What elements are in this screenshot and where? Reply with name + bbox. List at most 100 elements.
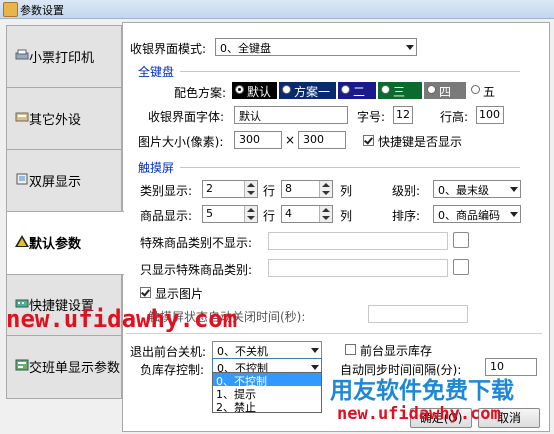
negative-stock-dropdown: 0、不控制 1、提示 2、禁止: [212, 372, 322, 414]
radio-icon: [341, 85, 350, 94]
watermark-url: new.ufidawhy.com: [337, 404, 501, 424]
radio-icon: [235, 85, 244, 94]
radio-icon: [427, 85, 436, 94]
spinner-arrows-icon[interactable]: [244, 181, 257, 197]
chevron-down-icon: [311, 365, 319, 370]
show-stock-checkbox[interactable]: [345, 344, 356, 355]
radio-icon: [282, 85, 291, 94]
category-cols-spinner[interactable]: 8: [281, 180, 333, 198]
sidebar-tab-printer[interactable]: 小票打印机: [6, 25, 122, 89]
only-special-label: 只显示特殊商品类别:: [140, 263, 253, 277]
category-display-label: 类别显示:: [140, 184, 193, 198]
chevron-down-icon: [510, 187, 518, 192]
shortcut-display-checkbox[interactable]: [363, 135, 374, 146]
color-scheme-label: 配色方案:: [174, 86, 227, 100]
sidebar-tab-shift-report[interactable]: 交班单显示参数: [6, 335, 122, 399]
dropdown-option[interactable]: 1、提示: [213, 386, 321, 401]
category-rows-spinner[interactable]: 2: [202, 180, 258, 198]
level-label: 级别:: [392, 184, 421, 198]
printer-icon: [15, 49, 29, 60]
app-icon: [3, 2, 18, 17]
sort-select-value: 0、商品编码: [438, 209, 500, 222]
image-width-field[interactable]: 300: [234, 131, 282, 149]
hide-special-picker-button[interactable]: [453, 232, 469, 248]
sort-select[interactable]: 0、商品编码: [433, 205, 521, 223]
spinner-arrows-icon[interactable]: [244, 206, 257, 222]
scheme-option-3[interactable]: 三: [378, 82, 422, 99]
sidebar-tab-label: 交班单显示参数: [29, 361, 121, 376]
font-size-field[interactable]: 12: [393, 106, 413, 124]
only-special-field[interactable]: [268, 259, 448, 277]
dropdown-option[interactable]: 2、禁止: [213, 399, 321, 414]
mode-label: 收银界面模式:: [130, 42, 207, 56]
mode-select[interactable]: 0、全键盘: [215, 38, 417, 56]
sidebar-tab-peripherals[interactable]: 其它外设: [6, 87, 122, 151]
product-rows-spinner[interactable]: 5: [202, 205, 258, 223]
exit-shutdown-value: 0、不关机: [217, 345, 268, 358]
font-size-value: 12: [396, 108, 410, 121]
dropdown-option[interactable]: 0、不控制: [213, 373, 321, 388]
show-image-checkbox[interactable]: [140, 287, 151, 298]
font-size-label: 字号:: [357, 110, 386, 124]
spinner-arrows-icon[interactable]: [319, 181, 332, 197]
report-icon: [15, 359, 29, 371]
sidebar-tab-label: 默认参数: [29, 237, 82, 252]
group-divider: [180, 167, 520, 168]
scheme-label: 三: [393, 85, 406, 99]
level-select-value: 0、最末级: [438, 184, 489, 197]
only-special-picker-button[interactable]: [453, 259, 469, 275]
section-divider: [126, 333, 542, 334]
image-width-value: 300: [239, 133, 260, 146]
sidebar-tab-default-params[interactable]: 默认参数: [6, 211, 124, 275]
row-unit: 行: [263, 209, 276, 223]
shortcut-display-label: 快捷键是否显示: [378, 135, 463, 149]
scheme-option-2[interactable]: 二: [338, 82, 376, 99]
device-icon: [15, 112, 29, 122]
exit-shutdown-select[interactable]: 0、不关机: [212, 341, 322, 359]
touch-group-title: 触摸屏: [138, 161, 175, 175]
product-display-label: 商品显示:: [140, 209, 193, 223]
product-cols-spinner[interactable]: 4: [281, 205, 333, 223]
keyboard-group-title: 全键盘: [138, 65, 175, 79]
font-field[interactable]: 默认: [234, 106, 348, 124]
chevron-down-icon: [311, 348, 319, 353]
chevron-down-icon: [510, 212, 518, 217]
negative-stock-label: 负库存控制:: [140, 363, 205, 377]
radio-icon: [471, 85, 480, 94]
radio-icon: [381, 85, 390, 94]
scheme-label: 五: [483, 85, 496, 99]
image-height-field[interactable]: 300: [298, 131, 346, 149]
hide-special-label: 特殊商品类别不显示:: [140, 236, 253, 250]
chevron-down-icon: [406, 45, 414, 50]
exit-shutdown-label: 退出前台关机:: [130, 345, 207, 359]
image-height-value: 300: [303, 133, 324, 146]
line-height-field[interactable]: 100: [476, 106, 504, 124]
scheme-option-4[interactable]: 四: [424, 82, 466, 99]
spinner-value: 8: [285, 182, 292, 195]
mode-select-value: 0、全键盘: [220, 42, 271, 55]
sidebar-tab-dual-screen[interactable]: 双屏显示: [6, 149, 122, 213]
spinner-value: 2: [206, 182, 213, 195]
line-height-label: 行高:: [440, 110, 469, 124]
row-unit: 行: [263, 184, 276, 198]
spinner-arrows-icon[interactable]: [319, 206, 332, 222]
image-size-label: 图片大小(像素):: [138, 135, 224, 149]
sidebar: 小票打印机 其它外设 双屏显示 默认参数 快捷键设置 交班单显示参数: [0, 19, 124, 434]
scheme-label: 四: [439, 85, 452, 99]
spinner-value: 4: [285, 207, 292, 220]
scheme-label: 默认: [247, 85, 272, 99]
group-divider: [180, 71, 520, 72]
watermark-url: new.ufidawhy.com: [6, 305, 238, 333]
auto-close-field[interactable]: [368, 305, 468, 323]
col-unit: 列: [340, 209, 353, 223]
sidebar-tab-label: 其它外设: [29, 113, 82, 128]
scheme-option-1[interactable]: 方案一: [279, 82, 336, 99]
hide-special-field[interactable]: [268, 232, 448, 250]
times-sign: ×: [285, 133, 296, 147]
dual-screen-icon: [16, 173, 28, 185]
line-height-value: 100: [479, 108, 500, 121]
sort-label: 排序:: [392, 209, 421, 223]
scheme-option-default[interactable]: 默认: [232, 82, 277, 99]
level-select[interactable]: 0、最末级: [433, 180, 521, 198]
scheme-option-5[interactable]: 五: [468, 82, 504, 99]
